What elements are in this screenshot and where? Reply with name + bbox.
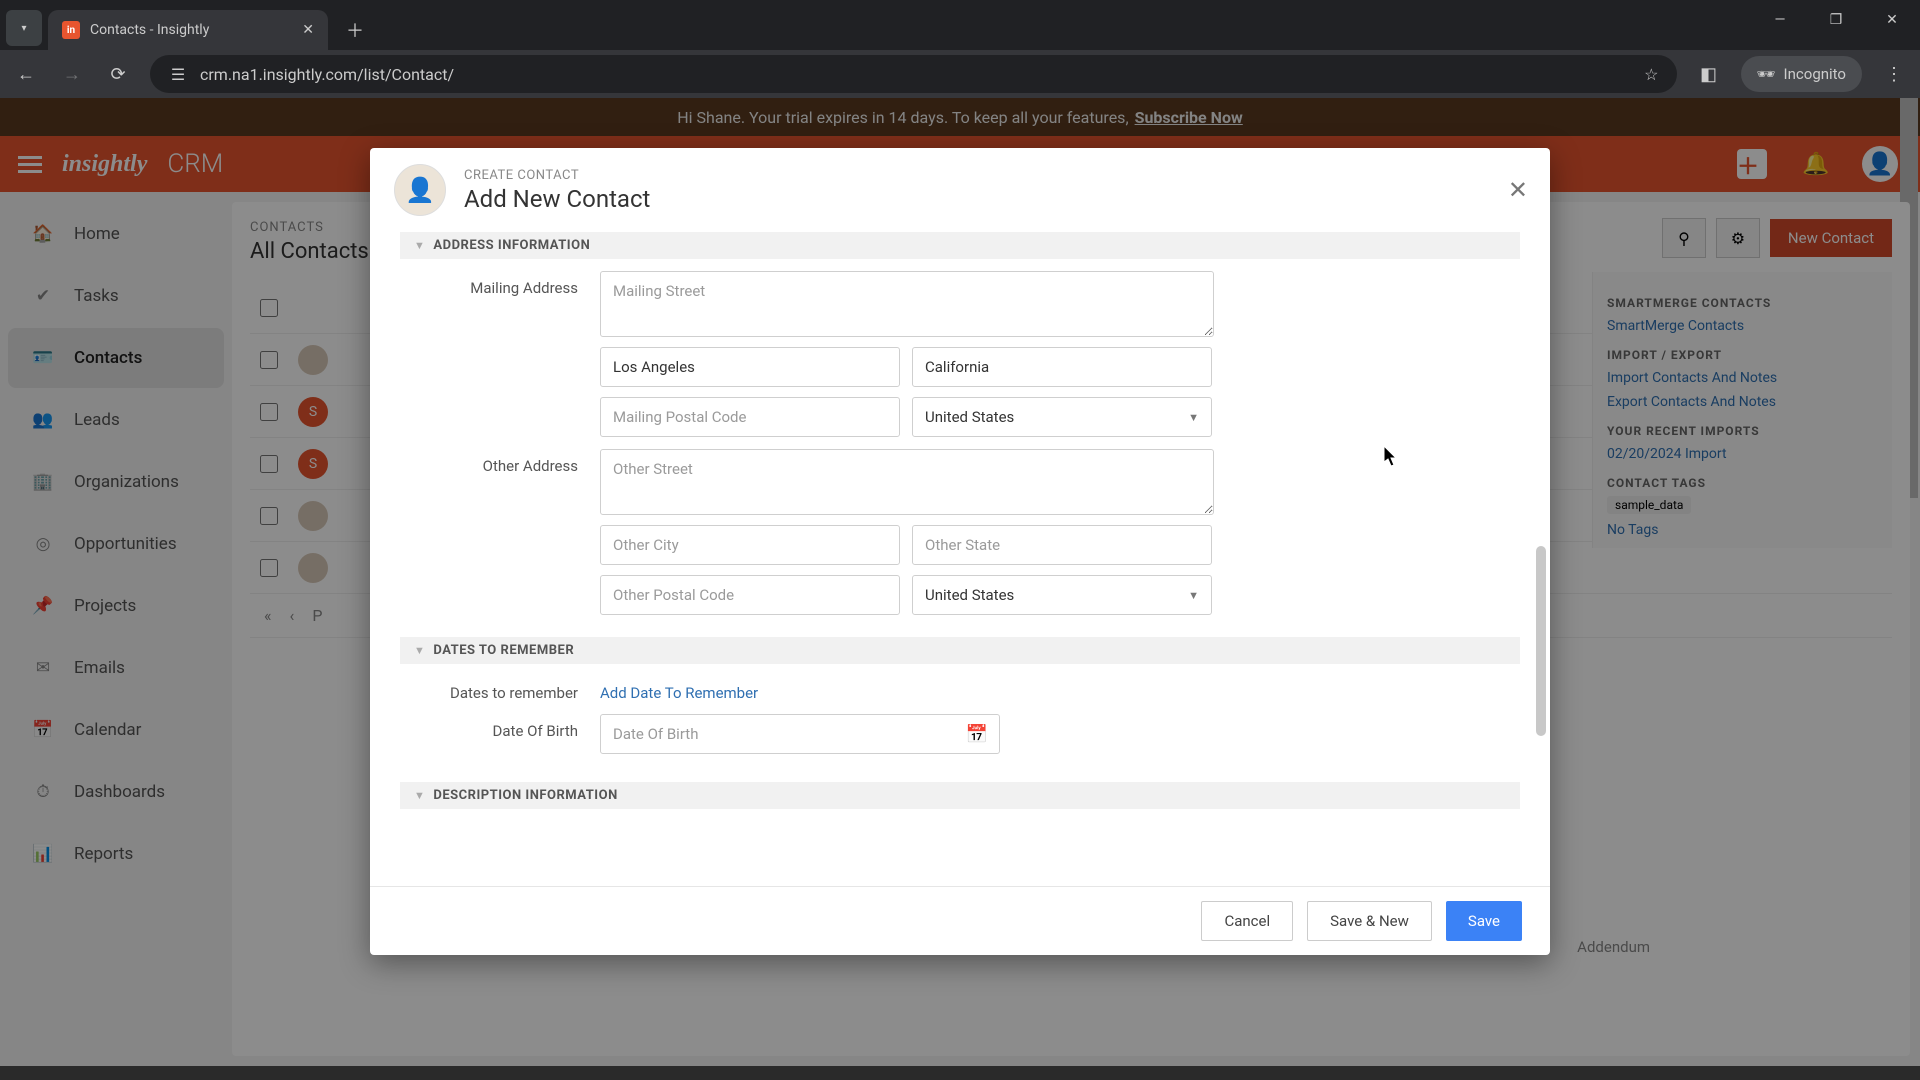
section-description[interactable]: ▼ DESCRIPTION INFORMATION xyxy=(400,782,1520,809)
section-dates[interactable]: ▼ DATES TO REMEMBER xyxy=(400,637,1520,664)
save-and-new-button[interactable]: Save & New xyxy=(1307,901,1432,941)
other-postal-input[interactable] xyxy=(600,575,900,615)
close-icon[interactable]: ✕ xyxy=(1508,176,1528,204)
browser-titlebar: ▾ in Contacts - Insightly ✕ ＋ — ❐ ✕ xyxy=(0,0,1920,50)
other-state-input[interactable] xyxy=(912,525,1212,565)
chevron-down-icon: ▼ xyxy=(414,239,425,252)
dob-label: Date Of Birth xyxy=(400,714,600,740)
back-button[interactable]: ← xyxy=(12,60,40,88)
other-country-select[interactable]: United States ▼ xyxy=(912,575,1212,615)
select-value: United States xyxy=(925,408,1014,426)
browser-tab[interactable]: in Contacts - Insightly ✕ xyxy=(48,10,328,50)
chevron-down-icon: ▼ xyxy=(1188,589,1199,602)
other-city-input[interactable] xyxy=(600,525,900,565)
chevron-down-icon: ▼ xyxy=(1188,411,1199,424)
cancel-button[interactable]: Cancel xyxy=(1201,901,1293,941)
contact-avatar-placeholder[interactable]: 👤 xyxy=(394,164,446,216)
other-street-input[interactable] xyxy=(600,449,1214,515)
forward-button[interactable]: → xyxy=(58,60,86,88)
chevron-down-icon: ▼ xyxy=(414,644,425,657)
incognito-label: Incognito xyxy=(1784,65,1846,83)
section-label: DESCRIPTION INFORMATION xyxy=(433,788,617,803)
address-bar[interactable]: ☰ crm.na1.insightly.com/list/Contact/ ☆ xyxy=(150,55,1677,93)
mailing-state-input[interactable] xyxy=(912,347,1212,387)
incognito-indicator[interactable]: 🕶 Incognito xyxy=(1741,56,1863,92)
window-maximize-button[interactable]: ❐ xyxy=(1808,0,1864,40)
modal-scrollbar[interactable] xyxy=(1536,546,1546,736)
reload-button[interactable]: ⟳ xyxy=(104,60,132,88)
dob-input[interactable] xyxy=(600,714,1000,754)
mailing-postal-input[interactable] xyxy=(600,397,900,437)
add-date-link[interactable]: Add Date To Remember xyxy=(600,676,758,702)
page-viewport: Hi Shane. Your trial expires in 14 days.… xyxy=(0,98,1920,1066)
modal-header: 👤 CREATE CONTACT Add New Contact ✕ xyxy=(370,148,1550,226)
modal-eyebrow: CREATE CONTACT xyxy=(464,168,650,183)
add-contact-modal: 👤 CREATE CONTACT Add New Contact ✕ ▼ ADDR… xyxy=(370,148,1550,955)
mailing-street-input[interactable] xyxy=(600,271,1214,337)
dates-remember-label: Dates to remember xyxy=(400,676,600,702)
extensions-icon[interactable]: ◧ xyxy=(1695,60,1723,88)
chevron-down-icon: ▼ xyxy=(414,789,425,802)
tab-close-icon[interactable]: ✕ xyxy=(302,22,314,38)
window-close-button[interactable]: ✕ xyxy=(1864,0,1920,40)
modal-footer: Cancel Save & New Save xyxy=(370,886,1550,955)
bookmark-icon[interactable]: ☆ xyxy=(1644,65,1658,84)
mailing-city-input[interactable] xyxy=(600,347,900,387)
modal-body: ▼ ADDRESS INFORMATION Mailing Address Uni… xyxy=(370,226,1550,886)
window-minimize-button[interactable]: — xyxy=(1752,0,1808,40)
other-address-label: Other Address xyxy=(400,449,600,475)
section-address[interactable]: ▼ ADDRESS INFORMATION xyxy=(400,232,1520,259)
favicon-icon: in xyxy=(62,21,80,39)
section-label: DATES TO REMEMBER xyxy=(433,643,574,658)
mailing-address-label: Mailing Address xyxy=(400,271,600,297)
browser-toolbar: ← → ⟳ ☰ crm.na1.insightly.com/list/Conta… xyxy=(0,50,1920,98)
select-value: United States xyxy=(925,586,1014,604)
site-info-icon[interactable]: ☰ xyxy=(168,64,188,84)
section-label: ADDRESS INFORMATION xyxy=(433,238,590,253)
mailing-country-select[interactable]: United States ▼ xyxy=(912,397,1212,437)
url-text: crm.na1.insightly.com/list/Contact/ xyxy=(200,65,454,84)
incognito-icon: 🕶 xyxy=(1757,65,1776,83)
tab-search-button[interactable]: ▾ xyxy=(6,10,42,46)
save-button[interactable]: Save xyxy=(1446,901,1522,941)
tab-title: Contacts - Insightly xyxy=(90,22,292,38)
modal-overlay[interactable]: 👤 CREATE CONTACT Add New Contact ✕ ▼ ADDR… xyxy=(0,98,1920,1066)
calendar-icon[interactable]: 📅 xyxy=(966,724,988,745)
modal-title: Add New Contact xyxy=(464,185,650,213)
new-tab-button[interactable]: ＋ xyxy=(340,15,370,45)
browser-menu-button[interactable]: ⋮ xyxy=(1880,60,1908,88)
